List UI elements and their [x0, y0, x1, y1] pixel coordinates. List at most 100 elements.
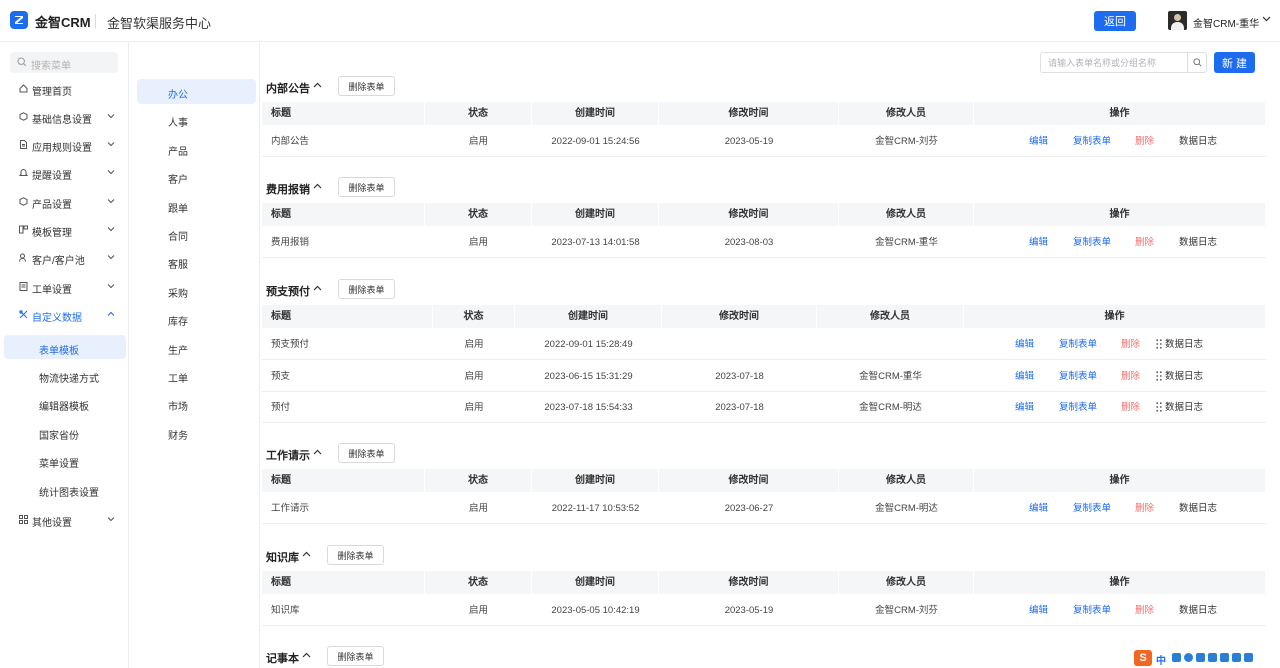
- new-button[interactable]: 新 建: [1214, 52, 1255, 73]
- delete-form-button[interactable]: 删除表单: [327, 545, 384, 565]
- keyboard-icon[interactable]: [1208, 653, 1217, 662]
- menu-search-input[interactable]: 搜索菜单: [10, 52, 118, 73]
- back-button[interactable]: 返回: [1094, 11, 1136, 31]
- sidebar-item-8[interactable]: 工单设置: [0, 276, 129, 298]
- sidebar-item-5[interactable]: 产品设置: [0, 191, 129, 213]
- edit-link[interactable]: 编辑: [1029, 493, 1048, 524]
- edit-link[interactable]: 编辑: [1015, 329, 1034, 360]
- category-label: 跟单: [168, 203, 188, 215]
- form-search-box[interactable]: [1040, 52, 1207, 73]
- cell-status: 启用: [464, 402, 484, 413]
- sidebar-subitem-1[interactable]: 表单模板: [4, 335, 126, 359]
- chevron-up-icon[interactable]: [302, 652, 311, 658]
- delete-form-button[interactable]: 删除表单: [327, 646, 384, 666]
- sidebar-item-3[interactable]: 应用规则设置: [0, 134, 129, 156]
- search-button[interactable]: [1187, 53, 1206, 72]
- delete-link[interactable]: 删除: [1135, 227, 1154, 258]
- category-item[interactable]: 人事: [137, 107, 256, 132]
- delete-form-button[interactable]: 删除表单: [338, 279, 395, 299]
- sidebar-item-1[interactable]: 管理首页: [0, 78, 129, 100]
- data-log-link[interactable]: 数据日志: [1179, 595, 1217, 626]
- sidebar-subitem-2[interactable]: 物流快递方式: [4, 363, 126, 387]
- delete-link[interactable]: 删除: [1121, 392, 1140, 423]
- delete-link[interactable]: 删除: [1135, 126, 1154, 157]
- data-log-link[interactable]: 数据日志: [1165, 361, 1203, 392]
- category-item[interactable]: 财务: [137, 420, 256, 445]
- delete-link[interactable]: 删除: [1121, 329, 1140, 360]
- input-method-text[interactable]: 中: [1156, 652, 1166, 667]
- form-search-input[interactable]: [1041, 53, 1187, 72]
- category-item[interactable]: 生产: [137, 335, 256, 360]
- chevron-up-icon[interactable]: [313, 285, 322, 291]
- copy-form-link[interactable]: 复制表单: [1059, 361, 1097, 392]
- microphone-icon[interactable]: [1196, 653, 1205, 662]
- sidebar-subitem-3[interactable]: 编辑器模板: [4, 391, 126, 415]
- data-log-link[interactable]: 数据日志: [1179, 493, 1217, 524]
- copy-form-link[interactable]: 复制表单: [1073, 126, 1111, 157]
- delete-link[interactable]: 删除: [1135, 493, 1154, 524]
- column-header: 修改人员: [839, 469, 974, 492]
- category-item[interactable]: 市场: [137, 391, 256, 416]
- category-item[interactable]: 产品: [137, 136, 256, 161]
- user-icon[interactable]: [1220, 653, 1229, 662]
- category-item[interactable]: 工单: [137, 363, 256, 388]
- chevron-up-icon[interactable]: [313, 183, 322, 189]
- data-log-link[interactable]: 数据日志: [1179, 227, 1217, 258]
- copy-form-link[interactable]: 复制表单: [1059, 392, 1097, 423]
- data-log-link[interactable]: 数据日志: [1165, 329, 1203, 360]
- user-name[interactable]: 金智CRM-重华: [1193, 15, 1259, 30]
- category-item[interactable]: 合同: [137, 221, 256, 246]
- sidebar-item-9[interactable]: 自定义数据: [0, 304, 129, 326]
- category-label: 库存: [168, 317, 188, 329]
- drag-handle-icon[interactable]: [1156, 339, 1162, 349]
- sidebar-subitem-5[interactable]: 菜单设置: [4, 448, 126, 472]
- table-header: 标题 状态 创建时间 修改时间 修改人员 操作: [262, 203, 1266, 226]
- logo-icon: [10, 11, 28, 29]
- edit-link[interactable]: 编辑: [1015, 392, 1034, 423]
- copy-form-link[interactable]: 复制表单: [1059, 329, 1097, 360]
- avatar[interactable]: [1168, 11, 1187, 30]
- sidebar-item-2[interactable]: 基础信息设置: [0, 106, 129, 128]
- data-log-link[interactable]: 数据日志: [1165, 392, 1203, 423]
- sidebar-subitem-4[interactable]: 国家省份: [4, 420, 126, 444]
- drag-handle-icon[interactable]: [1156, 370, 1162, 381]
- sidebar-item-other-settings[interactable]: 其他设置: [0, 509, 129, 531]
- chevron-up-icon[interactable]: [302, 551, 311, 557]
- edit-link[interactable]: 编辑: [1029, 595, 1048, 626]
- column-header: 标题: [262, 305, 433, 328]
- drag-handle-icon[interactable]: [1156, 402, 1162, 412]
- category-item[interactable]: 跟单: [137, 193, 256, 218]
- category-item[interactable]: 采购: [137, 278, 256, 303]
- edit-link[interactable]: 编辑: [1029, 227, 1048, 258]
- shirt-icon[interactable]: [1232, 653, 1241, 662]
- delete-link[interactable]: 删除: [1135, 595, 1154, 626]
- chevron-down-icon[interactable]: [1262, 16, 1271, 22]
- edit-link[interactable]: 编辑: [1015, 361, 1034, 392]
- category-item[interactable]: 办公: [137, 79, 256, 104]
- category-item[interactable]: 客户: [137, 164, 256, 189]
- sidebar-item-7[interactable]: 客户/客户池: [0, 247, 129, 269]
- sidebar-item-4[interactable]: 提醒设置: [0, 162, 129, 184]
- data-log-link[interactable]: 数据日志: [1179, 126, 1217, 157]
- edit-link[interactable]: 编辑: [1029, 126, 1048, 157]
- chevron-up-icon[interactable]: [313, 82, 322, 88]
- tools-icon[interactable]: [1244, 653, 1253, 662]
- copy-form-link[interactable]: 复制表单: [1073, 595, 1111, 626]
- sidebar-subitem-6[interactable]: 统计图表设置: [4, 477, 126, 501]
- category-item[interactable]: 库存: [137, 306, 256, 331]
- delete-form-button[interactable]: 删除表单: [338, 76, 395, 96]
- delete-form-button[interactable]: 删除表单: [338, 177, 395, 197]
- copy-form-link[interactable]: 复制表单: [1073, 493, 1111, 524]
- cell-modified: 2023-07-18: [715, 402, 764, 413]
- copy-form-link[interactable]: 复制表单: [1073, 227, 1111, 258]
- delete-link[interactable]: 删除: [1121, 361, 1140, 392]
- delete-form-button[interactable]: 删除表单: [338, 443, 395, 463]
- sidebar-item-6[interactable]: 模板管理: [0, 219, 129, 241]
- category-item[interactable]: 客服: [137, 249, 256, 274]
- punctuation-icon[interactable]: [1172, 653, 1181, 662]
- category-label: 工单: [168, 374, 188, 385]
- column-header: 状态: [425, 203, 532, 226]
- input-method-logo-icon[interactable]: S: [1134, 650, 1152, 666]
- emoji-icon[interactable]: [1184, 653, 1193, 662]
- chevron-up-icon[interactable]: [313, 449, 322, 455]
